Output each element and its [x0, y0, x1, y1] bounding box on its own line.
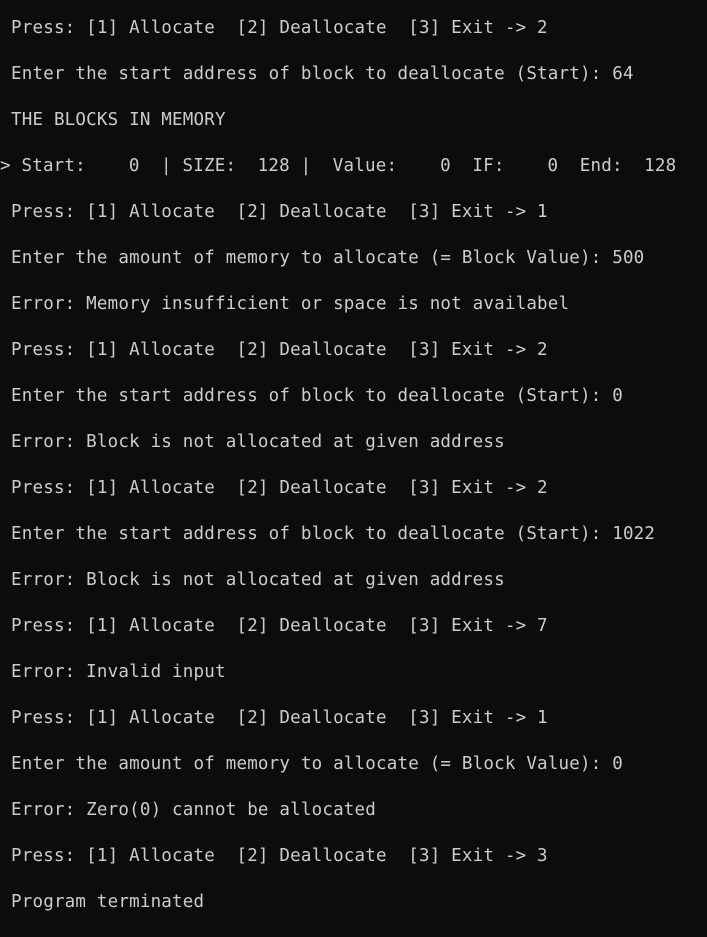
deallocate-input-line: Enter the start address of block to deal… [11, 64, 634, 84]
prompt-line: Press: [1] Allocate [2] Deallocate [3] E… [11, 202, 548, 222]
terminal-output[interactable]: Press: [1] Allocate [2] Deallocate [3] E… [0, 0, 707, 932]
deallocate-input-line: Enter the start address of block to deal… [11, 524, 656, 544]
memory-block-row: > Start: 0 | SIZE: 128 | Value: 0 IF: 0 … [0, 156, 677, 176]
blocks-heading: THE BLOCKS IN MEMORY [11, 110, 226, 130]
error-line: Error: Memory insufficient or space is n… [11, 294, 570, 314]
prompt-line: Press: [1] Allocate [2] Deallocate [3] E… [11, 846, 548, 866]
prompt-line: Press: [1] Allocate [2] Deallocate [3] E… [11, 616, 548, 636]
prompt-line: Press: [1] Allocate [2] Deallocate [3] E… [11, 708, 548, 728]
prompt-line: Press: [1] Allocate [2] Deallocate [3] E… [11, 340, 548, 360]
error-line: Error: Block is not allocated at given a… [11, 432, 505, 452]
error-line: Error: Zero(0) cannot be allocated [11, 800, 377, 820]
prompt-line: Press: [1] Allocate [2] Deallocate [3] E… [11, 478, 548, 498]
error-line: Error: Invalid input [11, 662, 226, 682]
allocate-input-line: Enter the amount of memory to allocate (… [11, 248, 645, 268]
deallocate-input-line: Enter the start address of block to deal… [11, 386, 623, 406]
error-line: Error: Block is not allocated at given a… [11, 570, 505, 590]
allocate-input-line: Enter the amount of memory to allocate (… [11, 754, 623, 774]
prompt-line: Press: [1] Allocate [2] Deallocate [3] E… [11, 18, 548, 38]
termination-line: Program terminated [11, 892, 205, 912]
